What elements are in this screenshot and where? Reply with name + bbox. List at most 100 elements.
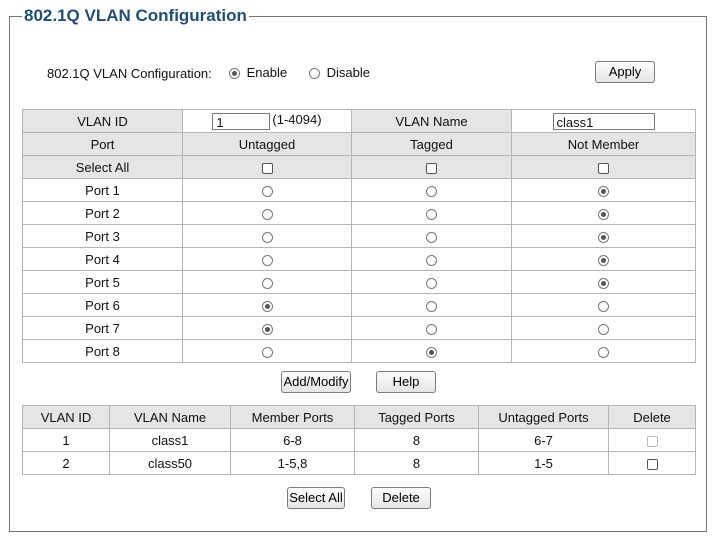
port-header-0: Port	[22, 132, 183, 156]
port-4-not-member-cell	[511, 247, 696, 271]
enable-label: Enable	[246, 65, 288, 80]
disable-radio[interactable]	[309, 68, 320, 80]
select-all-label: Select All	[22, 155, 183, 179]
vlan-name-cell: class50	[109, 451, 231, 475]
port-row: Port 5	[22, 270, 696, 294]
global-config-label: 802.1Q VLAN Configuration:	[47, 66, 212, 81]
select-all-not-member-cell	[511, 155, 696, 179]
port-5-not-member-cell	[511, 270, 696, 294]
vlan-member-cell: 1-5,8	[230, 451, 355, 475]
port-4-untagged-cell	[182, 247, 352, 271]
port-3-not-member-cell	[511, 224, 696, 248]
vlan-list-table: VLAN ID VLAN Name Member Ports Tagged Ports…	[22, 405, 696, 475]
port-1-untagged-cell	[182, 178, 352, 202]
port-header-2: Tagged	[351, 132, 512, 156]
enable-option[interactable]: Enable	[229, 65, 287, 80]
port-8-tagged-radio[interactable]	[426, 346, 437, 358]
vlan-id-input[interactable]: 1	[212, 112, 271, 130]
port-2-tagged-radio[interactable]	[426, 208, 437, 220]
vlan-id-row: VLAN ID 1 (1-4094) VLAN Name class1	[22, 109, 696, 133]
vlan-tagged-cell: 8	[354, 451, 479, 475]
port-8-untagged-radio[interactable]	[261, 346, 273, 358]
vlan-list-header-2: Member Ports	[230, 405, 355, 429]
port-3-untagged-cell	[182, 224, 352, 248]
delete-button[interactable]: Delete	[371, 487, 431, 509]
select-all-untagged-cell	[182, 155, 352, 179]
port-6-not-member-cell	[511, 293, 696, 317]
select-all-vlans-button[interactable]: Select All	[287, 487, 345, 509]
port-3-not-member-radio[interactable]	[598, 231, 609, 243]
vlan-port-config-table: VLAN ID 1 (1-4094) VLAN Name class1 Port Untag…	[22, 109, 696, 363]
select-all-tagged-checkbox[interactable]	[426, 162, 437, 174]
port-5-tagged-cell	[351, 270, 512, 294]
port-8-not-member-radio[interactable]	[598, 346, 609, 358]
port-1-tagged-radio[interactable]	[426, 185, 437, 197]
port-6-not-member-radio[interactable]	[598, 300, 609, 312]
port-7-untagged-cell	[182, 316, 352, 340]
vlan-list-header-3: Tagged Ports	[354, 405, 479, 429]
port-row: Port 1	[22, 178, 696, 202]
port-7-tagged-radio[interactable]	[426, 323, 437, 335]
enable-radio[interactable]	[229, 68, 240, 80]
select-all-not-member-checkbox[interactable]	[598, 162, 609, 174]
vlan-name-input[interactable]: class1	[552, 112, 655, 130]
vlan-delete-cell	[608, 451, 696, 475]
port-row: Port 8	[22, 339, 696, 363]
port-5-untagged-radio[interactable]	[261, 277, 273, 289]
vlan-list-header-0: VLAN ID	[22, 405, 110, 429]
vlan-name-cell: class1	[109, 428, 231, 452]
table-row: 2 class50 1-5,8 8 1-5	[22, 451, 696, 475]
port-3-tagged-radio[interactable]	[426, 231, 437, 243]
port-5-untagged-cell	[182, 270, 352, 294]
port-4-tagged-cell	[351, 247, 512, 271]
add-modify-button[interactable]: Add/Modify	[281, 371, 351, 393]
vlan-id-cell: 1	[22, 428, 110, 452]
vlan-id-cell: 2	[22, 451, 110, 475]
port-6-untagged-cell	[182, 293, 352, 317]
vlan-list-header-1: VLAN Name	[109, 405, 231, 429]
port-name: Port 5	[22, 270, 183, 294]
port-8-tagged-cell	[351, 339, 512, 363]
port-name: Port 6	[22, 293, 183, 317]
port-8-not-member-cell	[511, 339, 696, 363]
port-5-not-member-radio[interactable]	[598, 277, 609, 289]
vlan-id-label: VLAN ID	[22, 109, 183, 133]
port-1-not-member-cell	[511, 178, 696, 202]
port-header-row: Port Untagged Tagged Not Member	[22, 132, 696, 156]
port-3-untagged-radio[interactable]	[261, 231, 273, 243]
port-7-not-member-radio[interactable]	[598, 323, 609, 335]
port-6-tagged-radio[interactable]	[426, 300, 437, 312]
help-button[interactable]: Help	[376, 371, 436, 393]
port-4-not-member-radio[interactable]	[598, 254, 609, 266]
port-1-not-member-radio[interactable]	[598, 185, 609, 197]
port-header-3: Not Member	[511, 132, 696, 156]
port-2-untagged-radio[interactable]	[261, 208, 273, 220]
port-name: Port 7	[22, 316, 183, 340]
vlan-delete-checkbox[interactable]	[646, 458, 658, 470]
vlan-tagged-cell: 8	[354, 428, 479, 452]
port-4-tagged-radio[interactable]	[426, 254, 437, 266]
port-row: Port 6	[22, 293, 696, 317]
port-8-untagged-cell	[182, 339, 352, 363]
port-2-not-member-radio[interactable]	[598, 208, 609, 220]
port-1-untagged-radio[interactable]	[261, 185, 273, 197]
port-6-untagged-radio[interactable]	[261, 300, 273, 312]
port-name: Port 1	[22, 178, 183, 202]
select-all-untagged-checkbox[interactable]	[261, 162, 273, 174]
disable-label: Disable	[326, 65, 370, 80]
select-all-tagged-cell	[351, 155, 512, 179]
port-5-tagged-radio[interactable]	[426, 277, 437, 289]
port-3-tagged-cell	[351, 224, 512, 248]
port-4-untagged-radio[interactable]	[261, 254, 273, 266]
apply-button[interactable]: Apply	[595, 61, 655, 83]
vlan-list-header-4: Untagged Ports	[478, 405, 609, 429]
port-2-not-member-cell	[511, 201, 696, 225]
port-row: Port 4	[22, 247, 696, 271]
disable-option[interactable]: Disable	[309, 65, 370, 80]
port-1-tagged-cell	[351, 178, 512, 202]
port-2-tagged-cell	[351, 201, 512, 225]
port-7-untagged-radio[interactable]	[261, 323, 273, 335]
port-row: Port 7	[22, 316, 696, 340]
port-row: Port 3	[22, 224, 696, 248]
port-7-tagged-cell	[351, 316, 512, 340]
